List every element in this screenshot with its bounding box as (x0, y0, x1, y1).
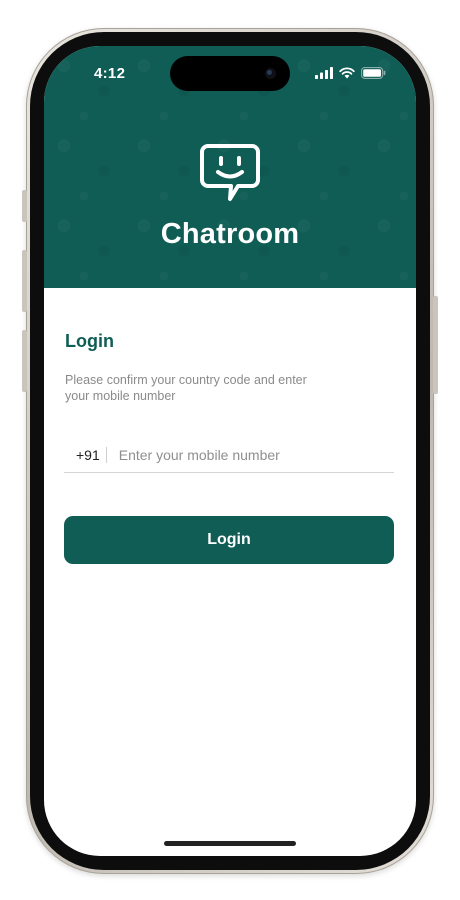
status-icons (315, 66, 386, 80)
mobile-number-input[interactable] (118, 447, 369, 463)
home-indicator[interactable] (164, 841, 296, 846)
volume-up-button (22, 250, 27, 312)
country-code-selector[interactable]: +91 (64, 447, 107, 463)
wifi-icon (339, 67, 355, 79)
status-bar: 4:12 (44, 46, 416, 100)
action-button (22, 190, 27, 222)
power-button (433, 296, 438, 394)
front-camera-icon (265, 68, 276, 79)
app-name: Chatroom (160, 218, 300, 250)
volume-down-button (22, 330, 27, 392)
login-title: Login (65, 331, 114, 351)
battery-icon (361, 67, 386, 79)
login-button[interactable]: Login (64, 516, 394, 564)
smiley-chat-bubble-icon (200, 144, 260, 201)
cellular-signal-icon (315, 67, 333, 79)
phone-screen: 4:12 Chatroom Login Please confirm your … (44, 46, 416, 856)
status-time: 4:12 (94, 65, 126, 82)
mobile-number-field: +91 (64, 438, 394, 473)
dynamic-island (170, 56, 290, 91)
login-instructions: Please confirm your country code and ent… (65, 373, 307, 403)
app-header: 4:12 Chatroom (44, 46, 416, 288)
app-brand: Chatroom (44, 142, 416, 251)
device-mockup: 4:12 Chatroom Login Please confirm your … (0, 0, 460, 900)
